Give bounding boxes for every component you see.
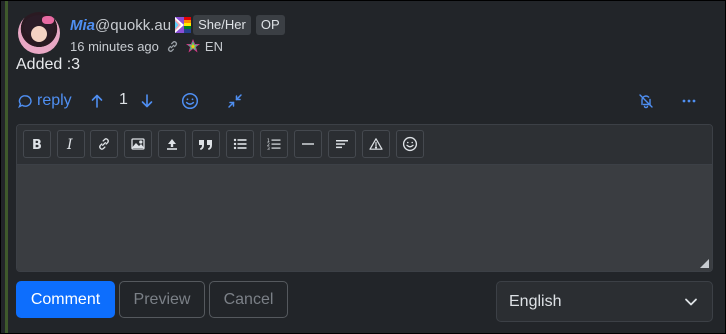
bold-button[interactable]: B <box>23 130 51 158</box>
numbered-list-button[interactable]: 1 2 3 <box>260 130 288 158</box>
op-badge: OP <box>255 15 285 35</box>
upload-icon <box>167 139 177 150</box>
comment-editor: B I 1 2 3 <box>16 124 713 272</box>
link-icon <box>99 138 109 150</box>
timestamp[interactable]: 16 minutes ago <box>70 39 159 54</box>
language-code: EN <box>204 38 223 54</box>
link-button[interactable] <box>90 130 118 158</box>
bold-icon: B <box>32 138 42 151</box>
emoji-reaction-button[interactable] <box>181 90 199 112</box>
mute-notifications-button[interactable] <box>638 90 654 112</box>
link-icon[interactable] <box>166 40 179 53</box>
pride-flag-icon <box>175 17 192 33</box>
emoji-icon <box>181 92 199 110</box>
comment-header: Mia @quokk.au She/Her OP 16 minutes ago <box>18 12 418 56</box>
emoji-icon <box>402 136 418 152</box>
quote-button[interactable] <box>192 130 220 158</box>
editor-toolbar: B I 1 2 3 <box>17 125 712 165</box>
italic-button[interactable]: I <box>57 130 85 158</box>
image-icon <box>131 138 145 150</box>
upvote-button[interactable] <box>90 90 104 112</box>
cancel-button[interactable]: Cancel <box>209 281 288 318</box>
meta-line: 16 minutes ago EN <box>70 37 223 55</box>
comment-body: Added :3 <box>16 56 81 73</box>
spoiler-button[interactable] <box>362 130 390 158</box>
italic-icon: I <box>66 137 73 151</box>
comment-button[interactable]: Comment <box>16 281 115 318</box>
thread-indent-rule <box>5 1 8 333</box>
language-select-value: English <box>509 292 562 310</box>
author-line: Mia @quokk.au She/Her OP <box>70 14 285 36</box>
more-options-button[interactable] <box>681 90 697 112</box>
pronouns-badge: She/Her <box>193 15 251 35</box>
reply-label: reply <box>37 92 72 109</box>
spoiler-warning-icon <box>369 138 383 150</box>
upvote-icon <box>91 94 103 108</box>
bullet-list-icon <box>233 138 247 150</box>
preview-button[interactable]: Preview <box>119 281 205 318</box>
emoji-picker-button[interactable] <box>396 130 424 158</box>
vote-count: 1 <box>119 91 128 108</box>
comment-textarea[interactable] <box>17 165 712 271</box>
svg-text:I: I <box>66 137 73 151</box>
svg-text:3: 3 <box>267 146 270 151</box>
chevron-down-icon <box>685 298 697 306</box>
comment-actions: reply 1 <box>16 90 708 112</box>
downvote-button[interactable] <box>140 90 154 112</box>
collapse-button[interactable] <box>227 90 243 112</box>
avatar[interactable] <box>18 12 60 54</box>
subscript-button[interactable] <box>328 130 356 158</box>
language-select[interactable]: English <box>496 281 713 322</box>
horizontal-rule-icon <box>302 143 314 145</box>
mute-icon <box>639 94 653 109</box>
numbered-list-icon: 1 2 3 <box>267 138 281 151</box>
bullet-list-button[interactable] <box>226 130 254 158</box>
reply-button[interactable]: reply <box>18 90 72 112</box>
image-button[interactable] <box>124 130 152 158</box>
author-instance[interactable]: @quokk.au <box>95 17 171 34</box>
collapse-icon <box>228 94 242 108</box>
subscript-icon <box>336 140 348 149</box>
horizontal-rule-button[interactable] <box>294 130 322 158</box>
resize-handle-icon[interactable] <box>700 259 709 268</box>
upload-button[interactable] <box>158 130 186 158</box>
language-icon <box>185 39 200 53</box>
author-name[interactable]: Mia <box>70 17 95 34</box>
downvote-icon <box>141 94 153 108</box>
more-icon <box>682 99 696 103</box>
reply-icon <box>18 94 32 108</box>
svg-text:B: B <box>32 138 42 151</box>
quote-icon <box>199 140 212 150</box>
